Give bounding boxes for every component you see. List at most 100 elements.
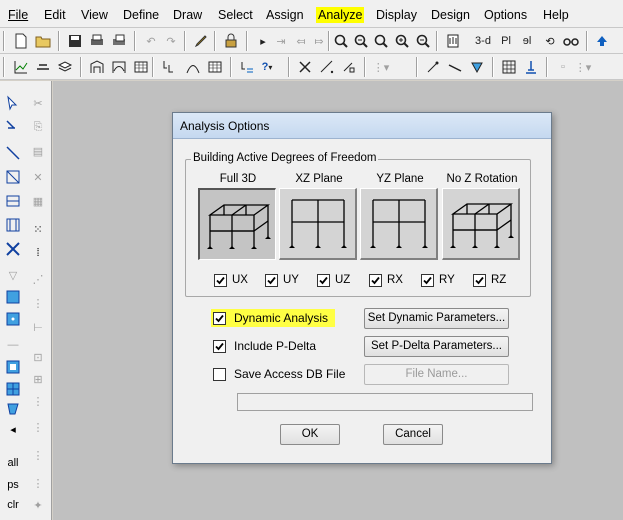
layers-icon[interactable]	[56, 58, 74, 76]
no-z-rotation-button[interactable]	[442, 188, 520, 260]
lock-icon[interactable]	[222, 32, 240, 50]
snap-perp-icon[interactable]: ⊢	[28, 317, 48, 337]
reshape-icon[interactable]	[3, 117, 23, 137]
draw-opening-icon[interactable]	[3, 357, 23, 377]
scroll-left-icon[interactable]: ◂	[3, 419, 23, 439]
stress-icon[interactable]	[184, 58, 202, 76]
menu-assign[interactable]: Assign	[264, 7, 306, 23]
draw-wall-icon[interactable]	[3, 239, 23, 259]
grid-edit-icon[interactable]: ▦	[28, 191, 48, 211]
print-icon[interactable]	[88, 32, 106, 50]
paste-icon[interactable]: ▤	[28, 141, 48, 161]
undo-icon[interactable]: ↶	[142, 32, 160, 50]
show-table-icon[interactable]	[206, 58, 224, 76]
refresh-pencil-icon[interactable]	[192, 32, 210, 50]
dynamic-analysis-checkbox[interactable]: Dynamic Analysis	[211, 309, 336, 327]
view-3d-button[interactable]: 3-d	[474, 32, 492, 50]
snap-end-icon[interactable]: ⊞	[28, 369, 48, 389]
previous-selection-button[interactable]: ps	[3, 475, 23, 495]
zoom-window-icon[interactable]	[332, 32, 350, 50]
draw-column-icon[interactable]	[3, 215, 23, 235]
step-icon[interactable]: ⇥	[272, 32, 290, 50]
draw-area-rect-icon[interactable]	[3, 287, 23, 307]
draw-area-icon[interactable]	[468, 58, 486, 76]
zoom-restore-icon[interactable]	[352, 32, 370, 50]
snap-middle-icon[interactable]: ⊡	[28, 347, 48, 367]
run-analysis-icon[interactable]: ▸	[254, 32, 272, 50]
assign-dropdown-icon[interactable]: ⋮▾	[574, 58, 592, 76]
dof-ux-checkbox[interactable]: UX	[214, 273, 248, 287]
draw-point-icon[interactable]	[424, 58, 442, 76]
print-tables-icon[interactable]	[110, 32, 128, 50]
select-all-icon[interactable]	[296, 58, 314, 76]
open-folder-icon[interactable]	[34, 32, 52, 50]
menu-analyze[interactable]: Analyze	[316, 7, 365, 23]
ok-button[interactable]: OK	[280, 424, 340, 445]
design-check-icon[interactable]	[238, 58, 256, 76]
menu-draw[interactable]: Draw	[171, 7, 204, 23]
plan-view-button[interactable]: Pl	[497, 32, 515, 50]
save-icon[interactable]	[66, 32, 84, 50]
snap-dropdown-icon[interactable]: ⋮▾	[372, 58, 390, 76]
draw-brace-icon[interactable]	[3, 167, 23, 187]
graph-icon[interactable]	[12, 58, 30, 76]
scissors-icon[interactable]: ✂	[28, 93, 48, 113]
dof-rx-checkbox[interactable]: RX	[369, 273, 403, 287]
draw-wall-area-icon[interactable]	[3, 399, 23, 419]
copy-icon[interactable]: ⎘	[28, 117, 48, 137]
menu-select[interactable]: Select	[216, 7, 255, 23]
snap-options-icon[interactable]: ⋮	[28, 445, 48, 465]
step-forward-icon[interactable]: ⤇	[310, 32, 328, 50]
menu-define[interactable]: Define	[121, 7, 161, 23]
pointer-icon[interactable]	[3, 93, 23, 113]
cancel-button[interactable]: Cancel	[383, 424, 443, 445]
set-elements-icon[interactable]	[34, 58, 52, 76]
move-up-icon[interactable]	[593, 32, 611, 50]
pan-hand-icon[interactable]	[444, 32, 462, 50]
snap-line-icon[interactable]: ⋮	[28, 293, 48, 313]
zoom-in-icon[interactable]	[393, 32, 411, 50]
menu-file[interactable]: File	[6, 7, 30, 23]
perspective-glasses-icon[interactable]	[562, 32, 580, 50]
rotate-view-icon[interactable]: ⟲	[541, 32, 559, 50]
menu-design[interactable]: Design	[429, 7, 472, 23]
draw-line-icon[interactable]	[446, 58, 464, 76]
snap-intersect-icon[interactable]: ⋮	[28, 391, 48, 411]
elevation-view-button[interactable]: ɘl	[518, 32, 536, 50]
grid-icon[interactable]	[500, 58, 518, 76]
select-all-button[interactable]: all	[3, 453, 23, 473]
save-access-db-checkbox[interactable]: Save Access DB File	[211, 365, 348, 383]
show-table-icon[interactable]	[132, 58, 150, 76]
dialog-titlebar[interactable]: Analysis Options	[173, 113, 551, 139]
snap-grid-dropdown-icon[interactable]: ⋮	[28, 473, 48, 493]
draw-beam-icon[interactable]	[3, 191, 23, 211]
dof-rz-checkbox[interactable]: RZ	[473, 273, 506, 287]
set-dynamic-parameters-button[interactable]: Set Dynamic Parameters...	[364, 308, 509, 329]
move-icon[interactable]	[318, 58, 336, 76]
snap-point-icon[interactable]: ⋰	[28, 269, 48, 289]
point-grid-icon[interactable]: ⁙	[28, 219, 48, 239]
full-3d-button[interactable]	[198, 188, 276, 260]
include-pdelta-checkbox[interactable]: Include P-Delta	[211, 337, 319, 355]
draw-area-click-icon[interactable]	[3, 309, 23, 329]
help-dropdown-icon[interactable]: ? ▾	[258, 58, 276, 76]
restraint-icon[interactable]	[522, 58, 540, 76]
yz-plane-button[interactable]	[360, 188, 438, 260]
zoom-out-icon[interactable]	[414, 32, 432, 50]
dof-uy-checkbox[interactable]: UY	[265, 273, 299, 287]
dead-load-icon[interactable]	[160, 58, 178, 76]
snap-tool-icon[interactable]: ✦	[28, 495, 48, 515]
menu-view[interactable]: View	[79, 7, 110, 23]
new-model-icon[interactable]	[12, 32, 30, 50]
dof-uz-checkbox[interactable]: UZ	[317, 273, 350, 287]
zoom-full-icon[interactable]	[372, 32, 390, 50]
show-forces-icon[interactable]	[110, 58, 128, 76]
snap-extend-icon[interactable]: ⋮	[28, 417, 48, 437]
menu-options[interactable]: Options	[482, 7, 529, 23]
draw-divider-icon[interactable]: —	[3, 335, 23, 355]
clear-selection-button[interactable]: clr	[3, 495, 23, 515]
draw-grid-area-icon[interactable]	[3, 379, 23, 399]
menu-help[interactable]: Help	[541, 7, 571, 23]
step-back-icon[interactable]: ⤆	[292, 32, 310, 50]
show-deformed-icon[interactable]	[88, 58, 106, 76]
